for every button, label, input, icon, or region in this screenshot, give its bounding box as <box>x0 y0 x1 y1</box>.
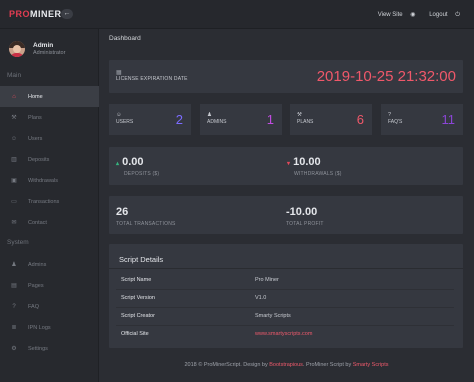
home-icon: ⌂ <box>12 93 16 100</box>
sidebar-item-deposits[interactable]: ▥ Deposits <box>0 149 99 170</box>
logout-link[interactable]: Logout ⏻ <box>423 12 460 18</box>
users-icon: ☺ <box>10 135 18 142</box>
footer: 2018 © ProMinerScript. Design by Bootstr… <box>184 362 389 368</box>
money-panel: ▴ 0.00 DEPOSITS ($) ▾ 10.00 WITHDRAWALS … <box>109 147 463 185</box>
plans-stat-card[interactable]: ⚒ PLANS 6 <box>290 104 372 135</box>
gear-icon: ⚙ <box>11 346 17 352</box>
sidebar-toggle-button[interactable]: ← <box>61 9 73 19</box>
question-icon: ? <box>12 303 16 310</box>
bank-icon: ▥ <box>11 157 17 163</box>
main-section-label: Main <box>7 72 22 79</box>
sidebar-item-admins[interactable]: ♟ Admins <box>0 254 99 275</box>
brand-logo[interactable]: PROMINER <box>9 9 62 19</box>
script-details-panel: Script Details Script Name Pro Miner Scr… <box>109 244 463 348</box>
user-shield-icon: ♟ <box>11 262 17 268</box>
arrow-down-icon: ▾ <box>287 161 291 167</box>
question-icon: ? <box>388 112 392 118</box>
table-row: Script Creator Smarty Scripts <box>116 308 454 326</box>
user-name: Admin <box>33 42 54 49</box>
sidebar-item-pages[interactable]: ▤ Pages <box>0 275 99 296</box>
admin-icon: ♟ <box>207 112 212 118</box>
table-row: Script Version V1.0 <box>116 290 454 308</box>
sidebar-item-transactions[interactable]: ▭ Transactions <box>0 191 99 212</box>
sidebar-item-users[interactable]: ☺ Users <box>0 128 99 149</box>
total-transactions-label: TOTAL TRANSACTIONS <box>116 221 176 227</box>
sidebar-item-home[interactable]: ⌂ Home <box>0 86 99 107</box>
arrow-left-icon: ← <box>63 10 71 17</box>
arrow-up-icon: ▴ <box>116 161 120 167</box>
breadcrumb: Dashboard <box>109 35 141 42</box>
faqs-stat-card[interactable]: ? FAQ'S 11 <box>381 104 463 135</box>
sidebar-item-settings[interactable]: ⚙ Settings <box>0 338 99 359</box>
license-label: LICENSE EXPIRATION DATE <box>116 76 188 82</box>
top-bar: PROMINER ← View Site ◉ Logout ⏻ <box>0 0 474 29</box>
sidebar-item-faq[interactable]: ? FAQ <box>0 296 99 317</box>
user-role: Administrator <box>33 50 66 56</box>
admins-stat-card[interactable]: ♟ ADMINS 1 <box>200 104 282 135</box>
official-site-link[interactable]: www.smartyscripts.com <box>255 331 312 337</box>
system-section-label: System <box>7 239 29 246</box>
view-site-link[interactable]: View Site ◉ <box>372 12 416 18</box>
withdrawals-value: ▾ 10.00 <box>287 156 321 168</box>
plans-icon: ⚒ <box>11 115 17 121</box>
log-icon: ≣ <box>11 325 17 331</box>
license-date: 2019-10-25 21:32:00 <box>316 68 456 85</box>
deposits-value: ▴ 0.00 <box>116 156 144 168</box>
calendar-icon: ▦ <box>116 70 122 76</box>
power-icon: ⏻ <box>455 12 460 18</box>
total-profit-label: TOTAL PROFIT <box>286 221 324 227</box>
users-count: 2 <box>175 112 183 127</box>
totals-panel: 26 TOTAL TRANSACTIONS -10.00 TOTAL PROFI… <box>109 196 463 234</box>
globe-icon: ◉ <box>410 12 416 18</box>
table-row: Script Name Pro Miner <box>116 272 454 290</box>
sidebar-item-plans[interactable]: ⚒ Plans <box>0 107 99 128</box>
card-icon: ▭ <box>11 199 17 205</box>
plans-icon: ⚒ <box>297 112 302 118</box>
deposits-label: DEPOSITS ($) <box>124 171 160 177</box>
sidebar-item-contact[interactable]: ✉ Contact <box>0 212 99 233</box>
smarty-scripts-link[interactable]: Smarty Scripts <box>353 362 389 368</box>
plans-count: 6 <box>356 112 364 127</box>
withdraw-icon: ▣ <box>11 178 17 184</box>
admins-count: 1 <box>266 112 274 127</box>
top-links: View Site ◉ Logout ⏻ <box>366 11 460 19</box>
avatar <box>9 41 25 57</box>
sidebar-item-withdrawals[interactable]: ▣ Withdrawals <box>0 170 99 191</box>
envelope-icon: ✉ <box>11 220 17 226</box>
users-icon: ☺ <box>116 112 122 118</box>
sidebar-item-ipn-logs[interactable]: ≣ IPN Logs <box>0 317 99 338</box>
faqs-count: 11 <box>441 112 456 127</box>
withdrawals-label: WITHDRAWALS ($) <box>294 171 342 177</box>
bootstrapious-link[interactable]: Bootstrapious <box>269 362 303 368</box>
file-icon: ▤ <box>11 283 17 289</box>
license-panel: ▦ LICENSE EXPIRATION DATE 2019-10-25 21:… <box>109 60 463 93</box>
sidebar: Admin Administrator Main ⌂ Home ⚒ Plans … <box>0 29 99 382</box>
total-profit-value: -10.00 <box>286 206 318 218</box>
table-row: Official Site www.smartyscripts.com <box>121 331 313 337</box>
users-stat-card[interactable]: ☺ USERS 2 <box>109 104 191 135</box>
script-details-title: Script Details <box>119 255 164 264</box>
total-transactions-value: 26 <box>116 206 129 218</box>
